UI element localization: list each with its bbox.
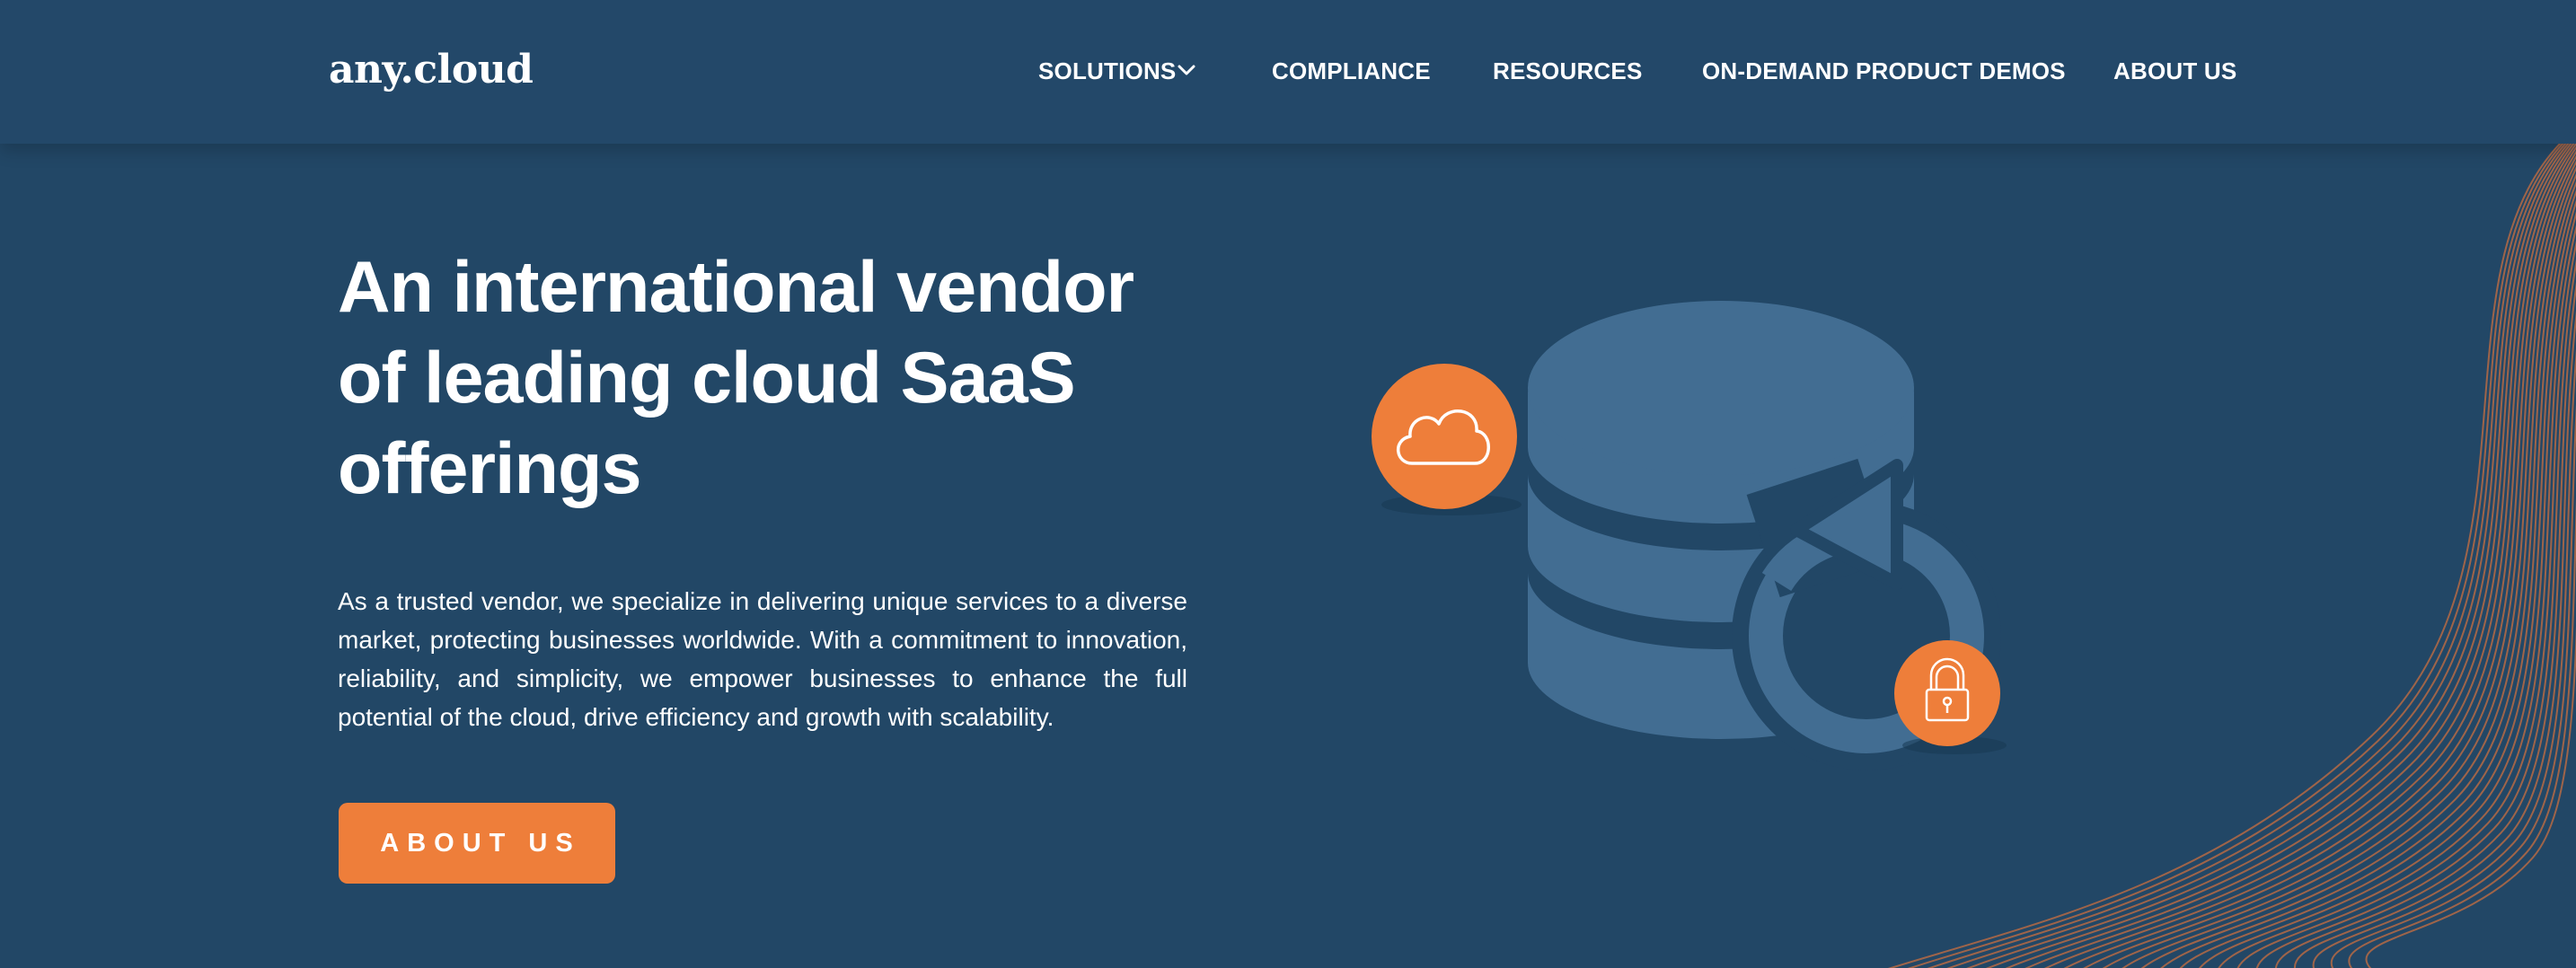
nav-item-resources[interactable]: RESOURCES [1493,57,1643,85]
wave-line [2063,155,2576,968]
nav-item-compliance[interactable]: COMPLIANCE [1272,57,1431,85]
wave-line [1887,144,2562,968]
nav-item-about-us[interactable]: ABOUT US [2113,57,2236,85]
hero-description: As a trusted vendor, we specialize in de… [338,587,1187,731]
wave-line [1927,144,2567,968]
nav-item-on-demand-product-demos[interactable]: ON-DEMAND PRODUCT DEMOS [1702,57,2066,85]
site-header: any.cloud SOLUTIONS COMPLIANCE RESOURCES… [0,0,2576,144]
wave-line [2005,144,2576,968]
main-nav: SOLUTIONS COMPLIANCE RESOURCES ON-DEMAND… [0,0,2576,144]
chevron-down-icon[interactable] [1177,63,1196,77]
hero-title: An international vendor of leading cloud… [338,247,1134,509]
about-us-button[interactable]: ABOUT US [339,803,615,884]
wave-line [2025,146,2576,968]
wave-line [2083,161,2576,968]
decorative-wave-lines [1887,144,2576,968]
nav-item-solutions[interactable]: SOLUTIONS [1038,57,1176,85]
cloud-badge [1372,364,1522,515]
